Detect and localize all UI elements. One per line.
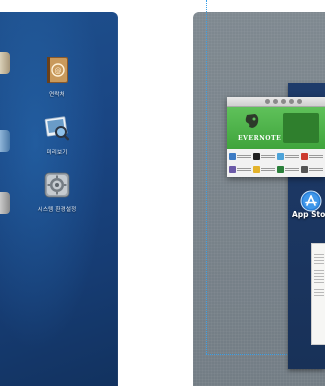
app-label: 연락처 <box>49 92 65 98</box>
app-thumbnail <box>229 166 236 173</box>
doc-line <box>314 254 324 255</box>
svg-text:@: @ <box>55 67 62 75</box>
partial-app-icon[interactable] <box>0 52 10 74</box>
app-grid-item[interactable] <box>301 151 323 162</box>
app-grid-item[interactable] <box>253 151 275 162</box>
evernote-elephant-icon <box>243 112 261 130</box>
app-label: 미리보기 <box>46 150 68 156</box>
document-window[interactable] <box>311 243 325 345</box>
preview-icon <box>42 113 72 143</box>
system-preferences-icon <box>42 170 72 200</box>
app-store-icon[interactable] <box>300 190 322 212</box>
banner-artwork <box>283 113 319 143</box>
app-thumbnail <box>277 153 284 160</box>
app-store-label: App Sto <box>292 210 325 219</box>
app-grid-item[interactable] <box>277 164 299 175</box>
app-grid-item[interactable] <box>301 164 323 175</box>
address-book-icon: @ <box>42 55 72 85</box>
banner-title: EVERNOTE <box>238 135 282 142</box>
app-label: 시스템 환경설정 <box>37 207 77 213</box>
partial-app-icon[interactable] <box>0 192 10 214</box>
selection-guide-vertical <box>206 0 207 354</box>
doc-line <box>314 295 324 296</box>
app-grid-item[interactable] <box>229 151 251 162</box>
doc-line <box>314 260 324 261</box>
app-thumbnail <box>253 166 260 173</box>
doc-line <box>314 257 324 258</box>
featured-banner[interactable]: EVERNOTE <box>227 107 325 149</box>
doc-line <box>314 273 324 274</box>
toolbar-icon <box>265 99 270 104</box>
app-grid-item[interactable] <box>229 164 251 175</box>
app-tile-system-preferences[interactable]: 시스템 환경설정 <box>27 170 87 213</box>
doc-line <box>314 279 324 280</box>
app-thumbnail <box>277 166 284 173</box>
partial-app-icon[interactable] <box>0 130 10 152</box>
app-grid-item[interactable] <box>253 164 275 175</box>
doc-line <box>314 282 324 283</box>
app-tile-contacts[interactable]: @ 연락처 <box>27 55 87 98</box>
toolbar-icon <box>289 99 294 104</box>
app-thumbnail <box>229 153 236 160</box>
app-thumbnail <box>253 153 260 160</box>
doc-line <box>314 263 324 264</box>
doc-line <box>314 276 324 277</box>
app-tile-preview[interactable]: 미리보기 <box>27 113 87 156</box>
doc-line <box>314 270 324 271</box>
app-thumbnail <box>301 153 308 160</box>
doc-line <box>314 289 324 290</box>
toolbar-icon <box>273 99 278 104</box>
app-thumbnail <box>301 166 308 173</box>
window-toolbar <box>227 97 325 107</box>
toolbar-icon <box>281 99 286 104</box>
app-store-window[interactable]: EVERNOTE <box>227 97 325 177</box>
doc-line <box>314 292 324 293</box>
app-grid <box>227 149 325 177</box>
app-grid-item[interactable] <box>277 151 299 162</box>
toolbar-icon <box>297 99 302 104</box>
